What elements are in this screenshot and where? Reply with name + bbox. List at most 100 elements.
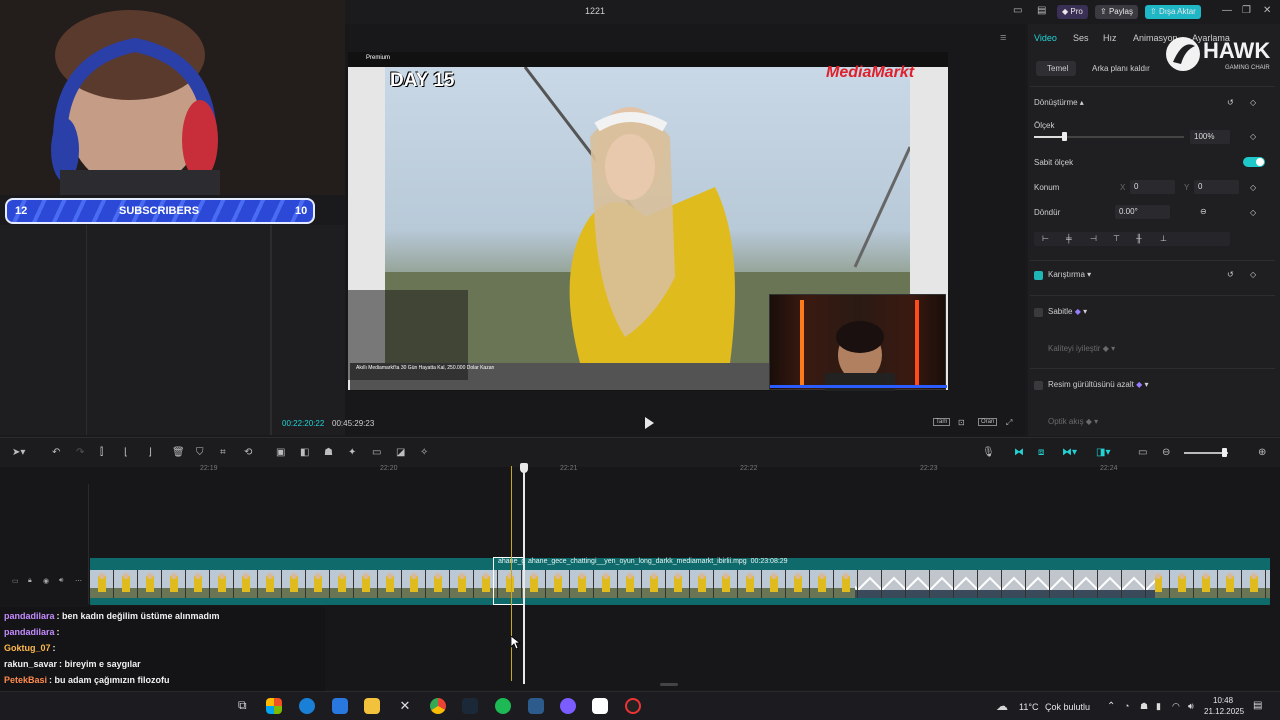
pos-x-input[interactable]: 0 [1130,180,1175,194]
tab-audio[interactable]: Ses [1073,33,1089,43]
split-icon[interactable]: ⫿ [100,447,103,458]
blend-checkbox[interactable] [1034,271,1043,280]
align-bottom-icon[interactable]: ⊥ [1160,234,1167,243]
discord-icon[interactable] [560,698,576,714]
uniform-scale-toggle[interactable] [1243,157,1265,167]
zoom-in-icon[interactable]: ⊕ [1258,447,1266,458]
caption-icon[interactable]: ▭ [372,447,381,458]
cutout-icon[interactable]: ☗ [324,447,333,458]
store-icon[interactable] [332,698,348,714]
obs-icon[interactable] [625,698,641,714]
zoom-slider-handle[interactable] [1222,448,1227,457]
stabilize-checkbox[interactable] [1034,308,1043,317]
tray-usb-icon[interactable]: ▮ [1156,701,1161,712]
blend-header[interactable]: Karıştırma ▾ [1048,270,1091,279]
ai-icon[interactable]: ✧ [420,447,428,458]
share-button[interactable]: ⇪ Paylaş [1095,5,1138,19]
edge-icon[interactable] [299,698,315,714]
rotate-dial-icon[interactable]: ⊖ [1200,207,1207,216]
scale-input[interactable]: 100% [1190,130,1230,144]
task-view-icon[interactable]: ⧉ [238,698,254,714]
split-right-icon[interactable]: ⌋ [148,447,152,458]
rotate-input[interactable]: 0.00° [1115,205,1170,219]
mic-icon[interactable]: 🎙 [982,447,995,458]
rotate-keyframe-icon[interactable]: ◇ [1250,208,1256,217]
preview-axis-icon[interactable]: ◨▾ [1096,447,1110,458]
align-center-v-icon[interactable]: ╫ [1136,234,1142,243]
tab-speed[interactable]: Hız [1103,33,1117,43]
stabilize-header[interactable]: Sabitle ◆ ▾ [1048,307,1087,316]
align-center-h-icon[interactable]: ╪ [1066,234,1072,243]
track-lock-icon[interactable]: 🔒︎ [28,577,32,585]
notification-icon[interactable]: ▤ [1253,700,1262,711]
export-button[interactable]: ⇧ Dışa Aktar [1145,5,1201,19]
crop-icon[interactable]: ⌗ [220,447,226,458]
clock-date[interactable]: 21.12.2025 [1204,707,1244,716]
transform-header[interactable]: Dönüştürme ▴ [1034,98,1084,107]
snap-icon[interactable]: ⧈ [1038,447,1044,458]
denoise-header[interactable]: Resim gürültüsünü azalt ◆ ▾ [1048,380,1148,389]
app-icon[interactable] [528,698,544,714]
split-left-icon[interactable]: ⌊ [124,447,128,458]
spotify-icon[interactable] [495,698,511,714]
delete-icon[interactable]: 🗑 [172,447,185,458]
menu-icon[interactable]: ≡ [1000,32,1006,44]
xbox-icon[interactable]: ✕ [397,698,413,714]
denoise-checkbox[interactable] [1034,381,1043,390]
wifi-icon[interactable]: ◠ [1172,701,1180,712]
playhead-handle[interactable] [520,463,528,473]
redo-icon[interactable]: ↷ [76,447,84,458]
tray-network-icon[interactable]: ☗ [1140,701,1148,712]
align-top-icon[interactable]: ⊤ [1113,234,1120,243]
track-more-icon[interactable]: ⋯ [75,577,82,585]
clock-time[interactable]: 10:48 [1213,696,1233,705]
pro-button[interactable]: ◆ Pro [1057,5,1088,19]
fullscreen-toggle-button[interactable]: Tam [933,418,951,426]
maximize-icon[interactable]: ❐ [1242,5,1251,16]
scale-keyframe-icon[interactable]: ◇ [1250,132,1256,141]
position-keyframe-icon[interactable]: ◇ [1250,183,1256,192]
aspect-ratio-button[interactable]: Oran [978,418,998,426]
subtab-basic[interactable]: Temel [1047,64,1068,73]
volume-icon[interactable]: 🔊︎ [1188,701,1194,712]
tray-app-icon[interactable]: ◔ [1124,701,1129,711]
marker-icon[interactable]: ⛉ [196,447,204,458]
track-audio-icon[interactable]: 🔊︎ [59,577,63,585]
weather-text[interactable]: Çok bulutlu [1045,702,1090,712]
auto-reframe-icon[interactable]: ⟲ [244,447,252,458]
track-visibility-icon[interactable]: ◉ [43,577,49,585]
layout-icon[interactable]: ▭ [1013,5,1022,16]
playhead[interactable] [523,466,525,684]
track-cover-icon[interactable]: ▭ [12,577,19,585]
zoom-fit-icon[interactable]: ⊡ [958,418,965,427]
caption-track-icon[interactable]: ▭ [1138,447,1147,458]
tray-expand-icon[interactable]: ⌃ [1107,701,1115,712]
align-left-icon[interactable]: ⊢ [1042,234,1049,243]
undo-icon[interactable]: ↶ [52,447,60,458]
blend-reset-icon[interactable]: ↺ [1227,270,1234,279]
chrome-icon[interactable] [430,698,446,714]
optical-flow-option[interactable]: Optik akış ◆ ▾ [1048,417,1098,426]
steam-icon[interactable] [462,698,478,714]
mirror-icon[interactable]: ◧ [300,447,309,458]
minimize-icon[interactable]: — [1222,5,1232,16]
scale-slider-handle[interactable] [1062,132,1067,141]
frame-icon[interactable]: ◪ [396,447,405,458]
subtab-remove-background[interactable]: Arka planı kaldır [1092,64,1150,73]
align-right-icon[interactable]: ⊣ [1090,234,1097,243]
expand-icon[interactable]: ⤢ [1006,418,1012,428]
link-icon[interactable]: ⧓ [1014,447,1024,458]
zoom-out-icon[interactable]: ⊖ [1162,447,1170,458]
timeline-scrollbar[interactable] [660,683,678,686]
tab-video[interactable]: Video [1034,33,1057,43]
pos-y-input[interactable]: 0 [1194,180,1239,194]
select-tool-icon[interactable]: ➤▾ [12,447,25,458]
blend-keyframe-icon[interactable]: ◇ [1250,270,1256,279]
selected-clip-segment[interactable] [493,557,525,605]
play-icon[interactable] [644,417,654,429]
magic-icon[interactable]: ✦ [348,447,356,458]
shortcut-icon[interactable]: ▤ [1037,5,1046,16]
enhance-quality-option[interactable]: Kaliteyi iyileştir ◆ ▾ [1048,344,1115,353]
capcut-icon[interactable] [592,698,608,714]
close-icon[interactable]: ✕ [1263,5,1271,16]
